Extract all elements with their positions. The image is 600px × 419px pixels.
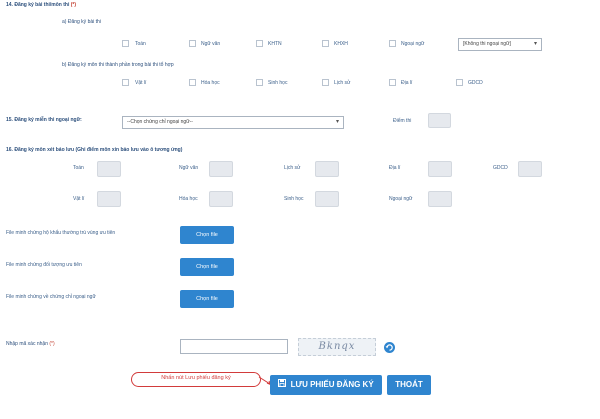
- checkbox-khxh[interactable]: [322, 40, 329, 47]
- reserve-label-gdcd: GDCD: [493, 165, 508, 171]
- reserve-input-dia-li[interactable]: [428, 161, 452, 177]
- reserve-label-lich-su: Lịch sử: [284, 165, 301, 171]
- file-label-residence: File minh chứng hộ khẩu thường trú vùng …: [6, 230, 116, 236]
- score-input[interactable]: [428, 113, 451, 128]
- checkbox-label-khxh: KHXH: [334, 41, 348, 47]
- refresh-icon[interactable]: [383, 341, 396, 354]
- reserve-input-vat-li[interactable]: [97, 191, 121, 207]
- choose-file-residence-button[interactable]: Chọn file: [180, 226, 234, 244]
- checkbox-label-ngoai-ngu: Ngoại ngữ: [401, 41, 425, 47]
- reserve-label-sinh-hoc: Sinh học: [284, 196, 304, 202]
- checkbox-sinh-hoc[interactable]: [256, 79, 263, 86]
- required-mark: (*): [49, 341, 55, 347]
- checkbox-toan[interactable]: [122, 40, 129, 47]
- reserve-input-ngu-van[interactable]: [209, 161, 233, 177]
- foreign-language-select-value: [Không thi ngoại ngữ]: [463, 41, 511, 47]
- checkbox-label-sinh-hoc: Sinh học: [268, 80, 288, 86]
- choose-file-priority-button[interactable]: Chọn file: [180, 258, 234, 276]
- reserve-input-hoa-hoc[interactable]: [209, 191, 233, 207]
- section-14-title: 14. Đăng ký bài thi/môn thi (*): [6, 2, 76, 8]
- section-16-title: 16. Đăng ký môn xét bảo lưu (Ghi điểm mô…: [6, 147, 183, 153]
- exit-button[interactable]: THOÁT: [387, 375, 431, 395]
- checkbox-label-ngu-van: Ngữ văn: [201, 41, 221, 47]
- section-14-title-text: 14. Đăng ký bài thi/môn thi: [6, 2, 70, 8]
- save-form-button[interactable]: LƯU PHIẾU ĐĂNG KÝ: [270, 375, 382, 395]
- chevron-down-icon: ▾: [533, 41, 537, 47]
- file-label-certificate: File minh chứng về chứng chỉ ngoại ngữ: [6, 294, 96, 300]
- captcha-input[interactable]: [180, 339, 288, 354]
- checkbox-label-khtn: KHTN: [268, 41, 282, 47]
- checkbox-label-toan: Toán: [135, 41, 146, 47]
- checkbox-ngu-van[interactable]: [189, 40, 196, 47]
- foreign-language-select[interactable]: [Không thi ngoại ngữ] ▾: [458, 38, 542, 51]
- reserve-label-vat-li: Vật lí: [73, 196, 85, 202]
- section-14a-title: a) Đăng ký bài thi: [62, 19, 101, 25]
- captcha-label: Nhập mã xác nhận (*): [6, 341, 55, 347]
- section-14b-title: b) Đăng ký môn thi thành phần trong bài …: [62, 62, 174, 68]
- score-label: Điểm thi: [393, 118, 412, 124]
- save-icon: [278, 375, 287, 395]
- captcha-image: Bknqx: [298, 338, 376, 356]
- section-15-title: 15. Đăng ký miễn thi ngoại ngữ:: [6, 117, 82, 123]
- checkbox-ngoai-ngu[interactable]: [389, 40, 396, 47]
- save-tooltip: Nhấn nút Lưu phiếu đăng ký: [131, 372, 261, 387]
- checkbox-label-lich-su: Lịch sử: [334, 80, 351, 86]
- reserve-label-dia-li: Địa lí: [389, 165, 401, 171]
- reserve-input-sinh-hoc[interactable]: [315, 191, 339, 207]
- reserve-input-toan[interactable]: [97, 161, 121, 177]
- reserve-input-ngoai-ngu[interactable]: [428, 191, 452, 207]
- checkbox-gdcd[interactable]: [456, 79, 463, 86]
- checkbox-dia-li[interactable]: [389, 79, 396, 86]
- checkbox-vat-li[interactable]: [122, 79, 129, 86]
- required-mark: (*): [70, 2, 77, 8]
- reserve-label-ngu-van: Ngữ văn: [179, 165, 199, 171]
- reserve-input-lich-su[interactable]: [315, 161, 339, 177]
- reserve-input-gdcd[interactable]: [518, 161, 542, 177]
- choose-file-certificate-button[interactable]: Chọn file: [180, 290, 234, 308]
- certificate-select[interactable]: --Chọn chứng chỉ ngoại ngữ-- ▾: [122, 116, 344, 129]
- reserve-label-hoa-hoc: Hóa học: [179, 196, 198, 202]
- checkbox-label-dia-li: Địa lí: [401, 80, 413, 86]
- reserve-label-ngoai-ngu: Ngoại ngữ: [389, 196, 413, 202]
- chevron-down-icon: ▾: [335, 119, 339, 125]
- captcha-label-text: Nhập mã xác nhận: [6, 341, 48, 347]
- checkbox-hoa-hoc[interactable]: [189, 79, 196, 86]
- reserve-label-toan: Toán: [73, 165, 84, 171]
- checkbox-label-hoa-hoc: Hóa học: [201, 80, 220, 86]
- checkbox-lich-su[interactable]: [322, 79, 329, 86]
- certificate-select-value: --Chọn chứng chỉ ngoại ngữ--: [127, 119, 193, 125]
- checkbox-khtn[interactable]: [256, 40, 263, 47]
- checkbox-label-vat-li: Vật lí: [135, 80, 147, 86]
- file-label-priority: File minh chứng đối tượng ưu tiên: [6, 262, 82, 268]
- save-form-label: LƯU PHIẾU ĐĂNG KÝ: [290, 380, 374, 390]
- checkbox-label-gdcd: GDCD: [468, 80, 483, 86]
